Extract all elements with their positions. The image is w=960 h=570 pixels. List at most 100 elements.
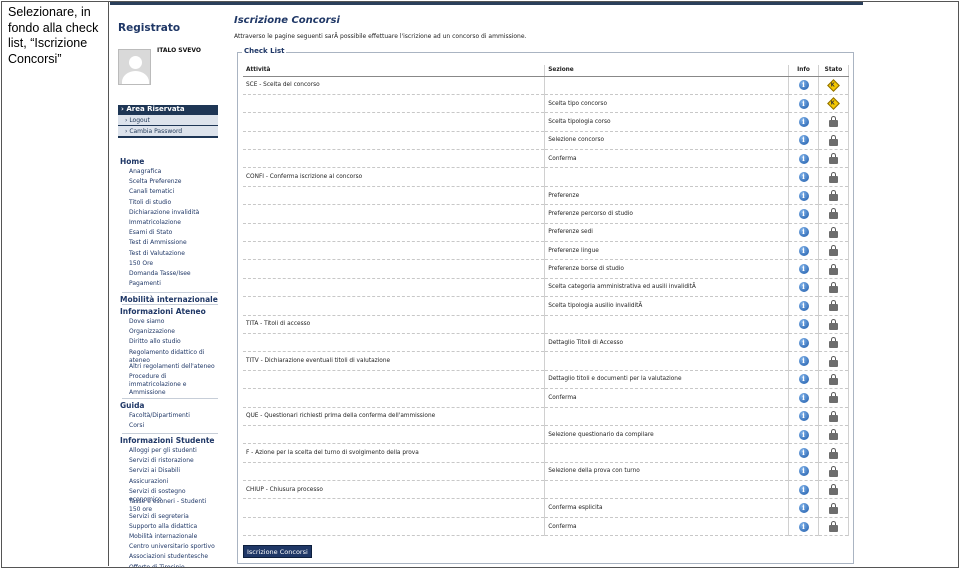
sidebar-item[interactable]: Corsi xyxy=(129,422,217,430)
info-icon[interactable]: i xyxy=(798,392,809,403)
checklist-row: Preferenze percorso di studio i xyxy=(243,204,850,224)
info-icon[interactable]: i xyxy=(798,411,809,422)
row-section xyxy=(544,480,790,500)
sidebar-item[interactable]: Assicurazioni xyxy=(129,478,217,486)
lock-icon xyxy=(828,171,838,183)
info-cell: i xyxy=(788,167,819,187)
sidebar-item[interactable]: Test di Ammissione xyxy=(129,239,217,247)
sidebar-item[interactable]: Pagamenti xyxy=(129,280,217,288)
info-icon[interactable]: i xyxy=(798,521,809,532)
info-icon[interactable]: i xyxy=(798,245,809,256)
lock-icon xyxy=(828,190,838,202)
sidebar-item[interactable]: 150 Ore xyxy=(129,260,217,268)
info-icon[interactable]: i xyxy=(798,319,809,330)
status-cell xyxy=(818,407,850,426)
info-icon[interactable]: i xyxy=(798,153,809,164)
sidebar-item[interactable]: Scelta Preferenze xyxy=(129,178,217,186)
info-icon[interactable]: i xyxy=(798,429,809,440)
info-cell: i xyxy=(788,407,819,426)
lock-icon xyxy=(828,410,838,422)
info-icon[interactable]: i xyxy=(798,466,809,477)
info-icon[interactable]: i xyxy=(798,190,809,201)
sidebar-item[interactable]: Organizzazione xyxy=(129,328,217,336)
sidebar-divider xyxy=(122,292,218,293)
checklist-row: TITV - Dichiarazione eventuali titoli di… xyxy=(243,351,850,371)
row-section: Conferma xyxy=(544,149,790,169)
row-activity xyxy=(243,333,546,353)
sidebar-item[interactable]: Mobilità internazionale xyxy=(129,533,217,541)
info-icon[interactable]: i xyxy=(798,208,809,219)
sidebar-item[interactable]: Diritto allo studio xyxy=(129,338,217,346)
checklist-legend: Check List xyxy=(242,47,287,55)
info-icon[interactable]: i xyxy=(798,503,809,514)
status-cell xyxy=(818,480,850,500)
info-icon[interactable]: i xyxy=(798,484,809,495)
sidebar-item[interactable]: Associazioni studentesche xyxy=(129,553,217,561)
change-password-link[interactable]: › Cambia Password xyxy=(118,125,218,136)
info-icon[interactable]: i xyxy=(798,300,809,311)
status-cell xyxy=(818,370,850,390)
sidebar-item[interactable]: Domanda Tasse/Isee xyxy=(129,270,217,278)
sidebar-item[interactable]: Titoli di studio xyxy=(129,199,217,207)
info-icon[interactable]: i xyxy=(798,98,809,109)
info-icon[interactable]: i xyxy=(798,448,809,458)
sidebar-item[interactable]: Centro universitario sportivo xyxy=(129,543,217,551)
sidebar-section[interactable]: Home xyxy=(120,157,144,166)
row-activity xyxy=(243,498,546,518)
status-cell xyxy=(818,278,850,298)
sidebar-item[interactable]: Servizi ai Disabili xyxy=(129,467,217,475)
sidebar-item[interactable]: Immatricolazione xyxy=(129,219,217,227)
sidebar-item[interactable]: Esami di Stato xyxy=(129,229,217,237)
info-icon[interactable]: i xyxy=(798,374,809,385)
col-activity: Attività xyxy=(243,65,546,77)
checklist-row: Dettaglio Titoli di Accesso i xyxy=(243,333,850,353)
sidebar-item[interactable]: Servizi di segreteria xyxy=(129,513,217,521)
info-icon[interactable]: i xyxy=(798,356,809,367)
checklist-row: Selezione questionario da compilare i xyxy=(243,425,850,445)
info-cell: i xyxy=(788,333,819,353)
info-icon[interactable]: i xyxy=(798,337,809,348)
row-section xyxy=(544,443,790,463)
logout-link[interactable]: › Logout xyxy=(118,114,218,125)
sidebar-section[interactable]: Guida xyxy=(120,401,145,410)
sidebar-item[interactable]: Servizi di ristorazione xyxy=(129,457,217,465)
info-icon[interactable]: i xyxy=(798,116,809,127)
info-cell: i xyxy=(788,186,819,206)
sidebar-section[interactable]: Informazioni Studente xyxy=(120,436,215,445)
info-icon[interactable]: i xyxy=(798,80,809,91)
info-icon[interactable]: i xyxy=(798,264,809,275)
sidebar-item[interactable]: Anagrafica xyxy=(129,168,217,176)
row-activity: CHIUP - Chiusura processo xyxy=(243,480,546,500)
sidebar-item[interactable]: Procedure di immatricolazione e Ammissio… xyxy=(129,373,217,397)
iscrizione-concorsi-button[interactable]: Iscrizione Concorsi xyxy=(243,545,312,558)
info-cell: i xyxy=(788,223,819,243)
sidebar-section[interactable]: Informazioni Ateneo xyxy=(120,307,206,316)
sidebar-item[interactable]: Altri regolamenti dell'ateneo xyxy=(129,363,217,371)
sidebar-item[interactable]: Supporto alla didattica xyxy=(129,523,217,531)
status-cell xyxy=(818,149,850,169)
info-icon[interactable]: i xyxy=(798,282,809,293)
sidebar-item[interactable]: Offerte di Tirocinio xyxy=(129,564,217,568)
sidebar-item[interactable]: Dichiarazione invalidità xyxy=(129,209,217,217)
info-icon[interactable]: i xyxy=(798,172,809,183)
checklist-row: Preferenze i xyxy=(243,186,850,206)
sidebar-item[interactable]: Canali tematici xyxy=(129,188,217,196)
info-icon[interactable]: i xyxy=(798,227,809,238)
row-section: Preferenze borse di studio xyxy=(544,259,790,279)
screenshot: Registrato ITALO SVEVO › Area Riservata … xyxy=(110,2,863,567)
info-cell: i xyxy=(788,94,819,114)
sidebar: Registrato ITALO SVEVO › Area Riservata … xyxy=(110,5,220,567)
sidebar-section[interactable]: Mobilità internazionale xyxy=(120,295,218,304)
row-section: Selezione questionario da compilare xyxy=(544,425,790,445)
sidebar-item[interactable]: Facoltà/Dipartimenti xyxy=(129,412,217,420)
sidebar-item[interactable]: Test di Valutazione xyxy=(129,250,217,258)
info-icon[interactable]: i xyxy=(798,135,809,146)
area-riservata-header[interactable]: › Area Riservata xyxy=(118,105,218,114)
checklist-row: F - Azione per la scelta del turno di sv… xyxy=(243,443,850,463)
row-activity xyxy=(243,259,546,279)
row-activity xyxy=(243,388,546,408)
info-cell: i xyxy=(788,112,819,132)
sidebar-item[interactable]: Alloggi per gli studenti xyxy=(129,447,217,455)
sidebar-divider xyxy=(122,433,218,434)
sidebar-item[interactable]: Dove siamo xyxy=(129,318,217,326)
